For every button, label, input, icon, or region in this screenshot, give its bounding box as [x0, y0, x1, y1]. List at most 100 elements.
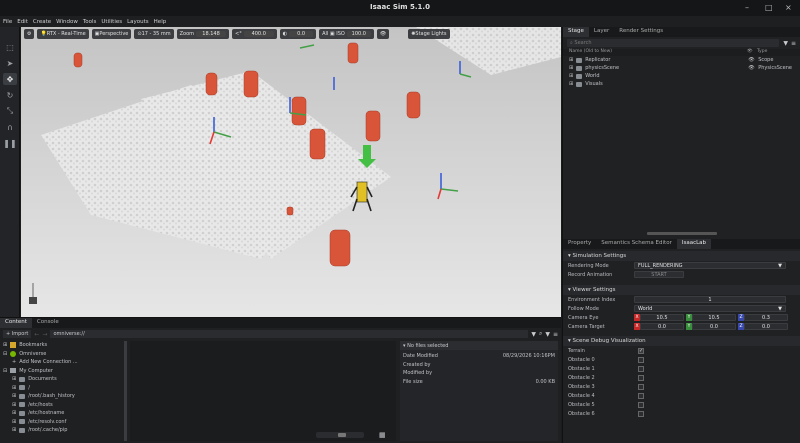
stage-scrollbar[interactable] [647, 232, 717, 235]
stage-item-physicsscene[interactable]: ⊞ physicsScene 👁 PhysicsScene [563, 64, 800, 72]
tree-item[interactable]: ⊞ / [3, 384, 126, 393]
options-icon[interactable]: ≡ [553, 331, 558, 338]
select-icon[interactable]: ⬚ [3, 41, 17, 53]
menu-tools[interactable]: Tools [83, 19, 97, 25]
tree-item[interactable]: ⊞ Bookmarks [3, 341, 126, 350]
back-icon[interactable]: ← [34, 331, 39, 338]
expand-icon[interactable]: ⊟ [3, 368, 7, 374]
record-animation-button[interactable]: START [634, 271, 684, 278]
tab-render-settings[interactable]: Render Settings [614, 27, 668, 37]
camera-button[interactable]: ▣ Perspective [91, 29, 132, 39]
stage-item-replicator[interactable]: ⊞ Replicator 👁 Scope [563, 56, 800, 64]
menu-utilities[interactable]: Utilities [101, 19, 122, 25]
tab-console[interactable]: Console [32, 318, 64, 328]
tree-scrollbar[interactable] [124, 341, 127, 441]
search-icon[interactable]: ⌕ [539, 330, 542, 338]
follow-mode-select[interactable]: World ▼ [634, 305, 786, 312]
pointer-icon[interactable]: ➤ [3, 57, 17, 69]
thumbnail-slider[interactable] [316, 432, 364, 438]
tab-semantics-schema-editor[interactable]: Semantics Schema Editor [596, 239, 677, 249]
simulation-settings-header[interactable]: ▾ Simulation Settings [563, 251, 800, 261]
angle-field[interactable]: 400.0 [243, 31, 274, 37]
tree-item[interactable]: ⊟ Omniverse [3, 350, 126, 359]
iso-checkbox-icon[interactable]: ▣ [330, 31, 335, 37]
expand-icon[interactable]: ⊞ [569, 81, 573, 87]
rendering-mode-select[interactable]: FULL_RENDERING ▼ [634, 262, 786, 269]
menu-layouts[interactable]: Layouts [127, 19, 149, 25]
filter-icon[interactable]: ▼ [783, 40, 788, 47]
stage-lights-button[interactable]: ✺ Stage Lights [408, 29, 450, 39]
rotate-icon[interactable]: ↻ [3, 89, 17, 101]
obstacle-checkbox[interactable] [638, 356, 644, 363]
tab-layer[interactable]: Layer [589, 27, 614, 37]
visibility-button[interactable]: 👁 [376, 29, 390, 39]
eye-icon[interactable]: 👁 [748, 57, 758, 63]
scale-icon[interactable]: ⤡ [3, 105, 17, 117]
expand-icon[interactable]: ⊞ [12, 427, 16, 433]
eye-icon[interactable]: 👁 [748, 65, 758, 71]
stage-item-world[interactable]: ⊞ World [563, 72, 800, 80]
camera-target-x[interactable]: 0.0 [640, 323, 684, 330]
tab-content[interactable]: Content [0, 318, 32, 328]
path-input[interactable]: omniverse:// [50, 330, 529, 338]
expand-icon[interactable]: ⊞ [569, 65, 573, 71]
obstacle-checkbox[interactable] [638, 383, 644, 390]
expand-icon[interactable]: ⊞ [12, 376, 16, 382]
snap-icon[interactable]: ∩ [3, 121, 17, 133]
dropdown-arrow-icon[interactable]: ▼ [531, 331, 536, 338]
tree-item[interactable]: ⊞ /etc/hostname [3, 409, 126, 418]
exposure-field[interactable]: 0.0 [289, 31, 314, 37]
expand-icon[interactable]: ⊞ [12, 402, 16, 408]
close-icon[interactable]: × [785, 3, 792, 12]
tab-property[interactable]: Property [563, 239, 596, 249]
tree-item[interactable]: ⊟ My Computer [3, 367, 126, 376]
terrain-checkbox[interactable]: ✓ [638, 347, 644, 354]
tree-item[interactable]: + Add New Connection ... [3, 358, 126, 367]
obstacle-checkbox[interactable] [638, 365, 644, 372]
menu-help[interactable]: Help [154, 19, 167, 25]
iso-field[interactable]: 100.0 [346, 31, 371, 37]
tree-item[interactable]: ⊞ /root/.cache/pip [3, 426, 126, 435]
forward-icon[interactable]: → [42, 331, 47, 338]
eye-icon[interactable]: 👁 [747, 49, 757, 56]
tree-item[interactable]: ⊞ /root/.bash_history [3, 392, 126, 401]
tree-item[interactable]: ⊞ /etc/resolv.conf [3, 418, 126, 427]
camera-eye-y[interactable]: 10.5 [692, 314, 736, 321]
expand-icon[interactable]: ⊞ [12, 419, 16, 425]
menu-file[interactable]: File [3, 19, 12, 25]
obstacle-checkbox[interactable] [638, 374, 644, 381]
menu-window[interactable]: Window [56, 19, 78, 25]
pause-icon[interactable]: ❚❚ [3, 137, 17, 149]
camera-target-z[interactable]: 0.0 [744, 323, 788, 330]
expand-icon[interactable]: ⊞ [569, 57, 573, 63]
expand-icon[interactable]: ⊞ [12, 393, 16, 399]
expand-icon[interactable]: ⊞ [12, 410, 16, 416]
tree-item[interactable]: ⊞ /etc/hosts [3, 401, 126, 410]
stage-search-input[interactable]: ⌕ Search [567, 39, 780, 47]
maximize-icon[interactable]: □ [765, 3, 773, 12]
env-index-field[interactable]: 1 [634, 296, 786, 303]
viewport[interactable] [21, 27, 561, 317]
camera-eye-x[interactable]: 10.5 [640, 314, 684, 321]
menu-create[interactable]: Create [33, 19, 51, 25]
file-browser[interactable] [130, 341, 396, 441]
expand-icon[interactable]: ⊞ [569, 73, 573, 79]
move-icon[interactable]: ✥ [3, 73, 17, 85]
expand-icon[interactable]: ⊞ [3, 342, 7, 348]
col-type[interactable]: Type [757, 49, 767, 56]
grid-view-icon[interactable]: ▦ [379, 431, 386, 439]
obstacle-checkbox[interactable] [638, 410, 644, 417]
slider-handle[interactable] [338, 433, 346, 437]
lens-button[interactable]: ⊙ 17 - 35 mm [134, 29, 174, 39]
expand-icon[interactable]: ⊞ [12, 385, 16, 391]
camera-eye-z[interactable]: 0.3 [744, 314, 788, 321]
tree-item[interactable]: ⊞ Documents [3, 375, 126, 384]
minimize-icon[interactable]: – [745, 3, 749, 12]
menu-edit[interactable]: Edit [17, 19, 28, 25]
tab-stage[interactable]: Stage [563, 27, 589, 37]
options-icon[interactable]: ≡ [791, 40, 796, 47]
stage-item-visuals[interactable]: ⊞ Visuals [563, 80, 800, 88]
renderer-button[interactable]: 💡 RTX - Real-Time [37, 29, 89, 39]
import-button[interactable]: + Import [3, 330, 32, 338]
filter-icon[interactable]: ▼ [545, 331, 550, 338]
